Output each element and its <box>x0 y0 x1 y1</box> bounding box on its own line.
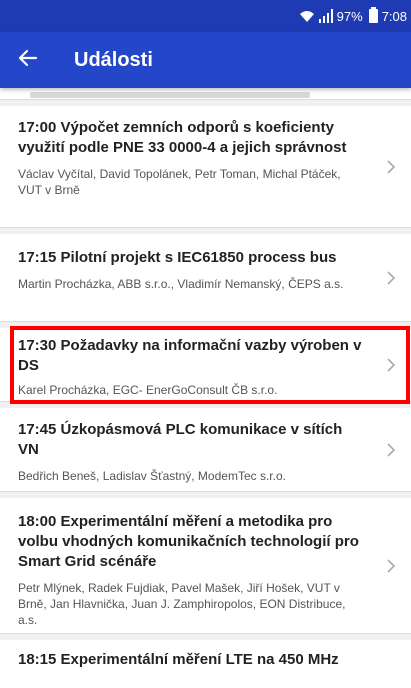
chevron-right-icon <box>385 357 397 373</box>
wifi-icon <box>299 9 315 23</box>
event-item[interactable]: 17:00 Výpočet zemních odporů s koeficien… <box>0 106 411 228</box>
event-authors: Václav Vyčítal, David Topolánek, Petr To… <box>18 167 341 197</box>
event-title: 17:30 Požadavky na informační vazby výro… <box>18 337 362 374</box>
clock: 7:08 <box>381 8 407 24</box>
event-authors: Petr Mlýnek, Radek Fujdiak, Pavel Mašek,… <box>18 581 346 627</box>
chevron-right-icon <box>385 558 397 574</box>
event-title: 18:15 Experimentální měření LTE na 450 M… <box>18 651 339 668</box>
event-authors: Martin Procházka, ABB s.r.o., Vladimír N… <box>18 277 344 291</box>
arrow-back-icon <box>18 48 38 73</box>
event-title: 17:45 Úzkopásmová PLC komunikace v sítíc… <box>18 421 343 458</box>
list-item-partial <box>0 88 411 100</box>
event-item[interactable]: 17:45 Úzkopásmová PLC komunikace v sítíc… <box>0 408 411 492</box>
event-title: 17:00 Výpočet zemních odporů s koeficien… <box>18 119 347 156</box>
event-item[interactable]: 18:15 Experimentální měření LTE na 450 M… <box>0 640 411 688</box>
event-item-highlighted[interactable]: 17:30 Požadavky na informační vazby výro… <box>0 328 411 402</box>
app-bar: Události <box>0 32 411 88</box>
event-item[interactable]: 17:15 Pilotní projekt s IEC61850 process… <box>0 234 411 322</box>
chevron-right-icon <box>385 270 397 286</box>
event-title: 18:00 Experimentální měření a metodika p… <box>18 513 359 570</box>
event-authors: Bedřich Beneš, Ladislav Šťastný, ModemTe… <box>18 469 286 483</box>
battery-percent: 97% <box>336 8 363 24</box>
event-authors: Karel Procházka, EGC- EnerGoConsult ČB s… <box>18 383 278 397</box>
event-title: 17:15 Pilotní projekt s IEC61850 process… <box>18 249 337 266</box>
back-button[interactable] <box>0 32 56 88</box>
event-list[interactable]: 17:00 Výpočet zemních odporů s koeficien… <box>0 88 411 688</box>
chevron-right-icon <box>385 159 397 175</box>
battery-icon <box>368 7 378 23</box>
page-title: Události <box>74 48 153 71</box>
status-bar: 97% 7:08 <box>0 0 411 32</box>
signal-icon <box>318 9 333 23</box>
event-item[interactable]: 18:00 Experimentální měření a metodika p… <box>0 498 411 634</box>
chevron-right-icon <box>385 442 397 458</box>
